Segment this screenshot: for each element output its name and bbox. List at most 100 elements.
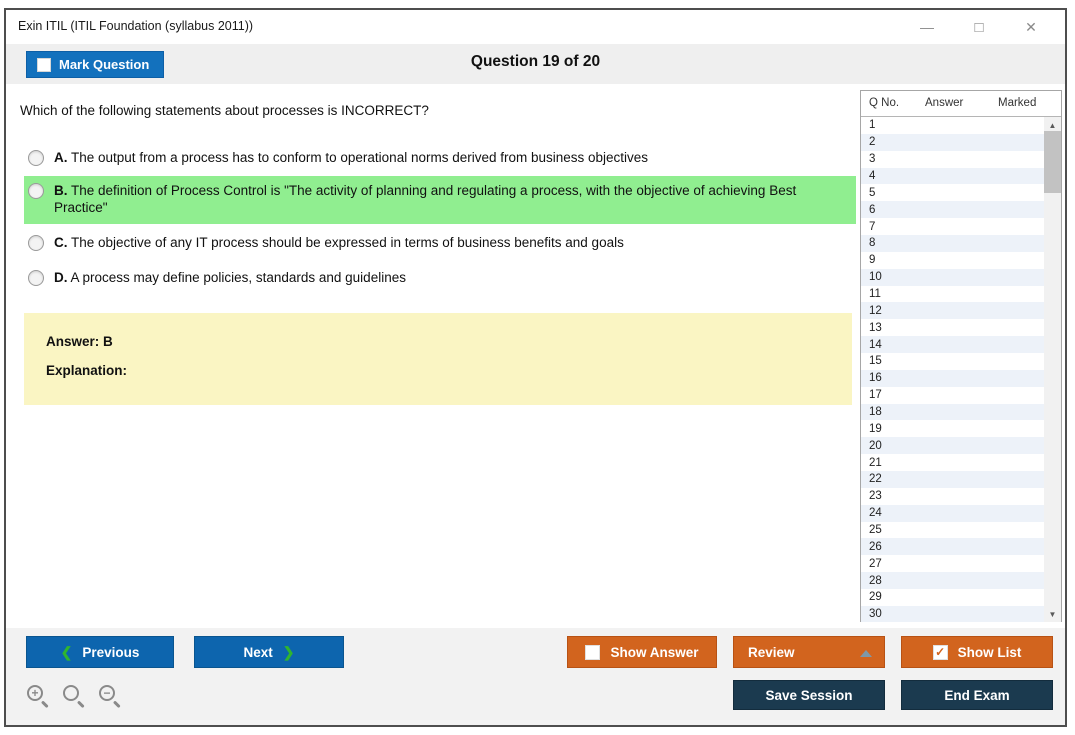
option-d-body: A process may define policies, standards… (70, 270, 406, 285)
column-header-answer: Answer (925, 97, 964, 109)
option-row-b[interactable]: B. The definition of Process Control is … (24, 176, 856, 224)
question-number: 3 (869, 153, 876, 166)
window-controls: — □ ✕ (901, 10, 1057, 44)
question-list-row[interactable]: 12 (861, 302, 1044, 320)
question-number: 26 (869, 540, 882, 553)
question-list-row[interactable]: 11 (861, 285, 1044, 303)
question-list-row[interactable]: 24 (861, 504, 1044, 522)
option-row-d[interactable]: D. A process may define policies, standa… (24, 265, 856, 290)
question-number: 14 (869, 338, 882, 351)
review-button[interactable]: Review (733, 636, 885, 668)
question-list-row[interactable]: 10 (861, 268, 1044, 286)
question-list-row[interactable]: 25 (861, 521, 1044, 539)
question-list-row[interactable]: 9 (861, 251, 1044, 269)
question-number: 18 (869, 406, 882, 419)
show-answer-button[interactable]: Show Answer (567, 636, 717, 668)
question-list-row[interactable]: 30 (861, 605, 1044, 622)
question-number: 12 (869, 304, 882, 317)
question-list-row[interactable]: 29 (861, 589, 1044, 606)
question-list-row[interactable]: 19 (861, 420, 1044, 438)
question-list-row[interactable]: 16 (861, 369, 1044, 387)
question-list-row[interactable]: 5 (861, 184, 1044, 202)
option-row-a[interactable]: A. The output from a process has to conf… (24, 145, 856, 170)
show-list-label: Show List (957, 644, 1022, 660)
option-row-c[interactable]: C. The objective of any IT process shoul… (24, 230, 856, 255)
question-list-row[interactable]: 7 (861, 218, 1044, 236)
question-number: 29 (869, 591, 882, 604)
question-number: 30 (869, 608, 882, 621)
review-label: Review (748, 644, 795, 660)
zoom-tools: + − (26, 684, 124, 710)
show-answer-label: Show Answer (610, 644, 699, 660)
scrollbar-thumb[interactable] (1044, 131, 1061, 193)
question-list-panel: Q No. Answer Marked 1 2 3 4 5 6 7 8 9 10 11 12 13 14 1… (860, 90, 1062, 622)
next-button[interactable]: Next ❯ (194, 636, 344, 668)
option-b-letter: B. (54, 183, 68, 198)
question-list-row[interactable]: 14 (861, 336, 1044, 354)
question-number: 4 (869, 170, 876, 182)
question-number: 13 (869, 321, 882, 334)
question-list-row[interactable]: 26 (861, 538, 1044, 556)
option-d-text: D. A process may define policies, standa… (54, 269, 406, 286)
question-list-row[interactable]: 1 (861, 117, 1044, 134)
radio-button-c[interactable] (28, 235, 44, 251)
question-list-row[interactable]: 6 (861, 201, 1044, 219)
next-label: Next (243, 644, 273, 660)
option-a-body: The output from a process has to conform… (71, 150, 649, 165)
zoom-out-icon[interactable]: − (98, 684, 124, 710)
question-list-row[interactable]: 21 (861, 454, 1044, 472)
question-number: 22 (869, 473, 882, 486)
option-b-text: B. The definition of Process Control is … (54, 182, 840, 216)
question-list-row[interactable]: 3 (861, 150, 1044, 168)
question-list-row[interactable]: 2 (861, 133, 1044, 151)
answer-label: Answer: B (46, 334, 113, 349)
window-title: Exin ITIL (ITIL Foundation (syllabus 201… (18, 19, 254, 33)
end-exam-label: End Exam (944, 687, 1010, 703)
close-icon[interactable]: ✕ (1005, 10, 1057, 44)
column-header-qno: Q No. (869, 97, 900, 109)
option-a-letter: A. (54, 150, 68, 165)
option-c-body: The objective of any IT process should b… (71, 235, 624, 250)
question-number: 25 (869, 524, 882, 537)
question-number: 20 (869, 439, 882, 452)
column-header-marked: Marked (998, 97, 1037, 109)
question-list-row[interactable]: 8 (861, 235, 1044, 252)
zoom-in-icon[interactable]: + (26, 684, 52, 710)
question-list-row[interactable]: 18 (861, 403, 1044, 421)
question-list-row[interactable]: 17 (861, 386, 1044, 404)
chevron-up-icon (860, 650, 872, 657)
question-list-row[interactable]: 13 (861, 319, 1044, 337)
question-number: 7 (869, 220, 876, 233)
question-list-row[interactable]: 4 (861, 167, 1044, 185)
question-number: 5 (869, 186, 876, 199)
maximize-icon[interactable]: □ (953, 10, 1005, 44)
question-number: 8 (869, 237, 876, 250)
show-list-checkbox[interactable]: ✓ (932, 644, 948, 660)
minimize-icon[interactable]: — (901, 10, 953, 44)
question-list-row[interactable]: 23 (861, 487, 1044, 505)
radio-button-d[interactable] (28, 270, 44, 286)
question-number: 9 (869, 254, 876, 267)
question-number: 23 (869, 490, 882, 503)
previous-button[interactable]: ❮ Previous (26, 636, 174, 668)
end-exam-button[interactable]: End Exam (901, 680, 1053, 710)
question-list-row[interactable]: 27 (861, 555, 1044, 573)
question-number: 6 (869, 203, 876, 216)
show-list-button[interactable]: ✓ Show List (901, 636, 1053, 668)
title-bar: Exin ITIL (ITIL Foundation (syllabus 201… (6, 10, 1065, 44)
question-list-scrollbar[interactable]: ▲ ▼ (1044, 117, 1061, 622)
question-counter: Question 19 of 20 (470, 53, 601, 70)
question-list-row[interactable]: 20 (861, 437, 1044, 455)
option-b-body: The definition of Process Control is "Th… (54, 183, 797, 215)
show-answer-checkbox[interactable] (585, 644, 601, 660)
zoom-icon[interactable] (62, 684, 88, 710)
question-number: 10 (869, 271, 882, 284)
option-c-text: C. The objective of any IT process shoul… (54, 234, 624, 251)
radio-button-a[interactable] (28, 150, 44, 166)
radio-button-b[interactable] (28, 183, 44, 199)
question-list-row[interactable]: 15 (861, 353, 1044, 370)
question-list-row[interactable]: 22 (861, 471, 1044, 488)
question-list-row[interactable]: 28 (861, 572, 1044, 590)
scroll-down-icon[interactable]: ▼ (1044, 606, 1061, 622)
save-session-button[interactable]: Save Session (733, 680, 885, 710)
